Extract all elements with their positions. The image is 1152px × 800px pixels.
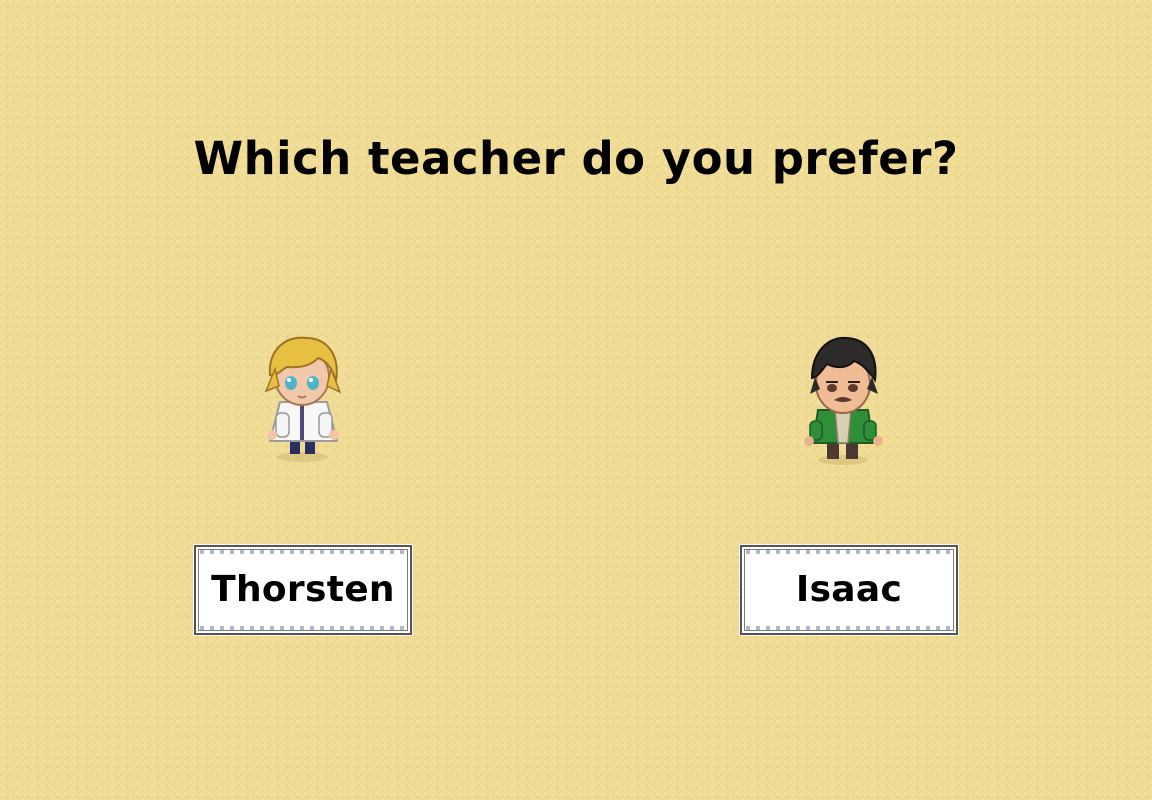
isaac-label: Isaac [795,569,903,610]
isaac-button[interactable]: Isaac [740,545,958,635]
thorsten-label: Thorsten [211,569,395,610]
isaac-sprite [790,322,900,472]
question-title: Which teacher do you prefer? [193,132,959,185]
thorsten-sprite [248,320,358,470]
thorsten-button[interactable]: Thorsten [194,545,412,635]
